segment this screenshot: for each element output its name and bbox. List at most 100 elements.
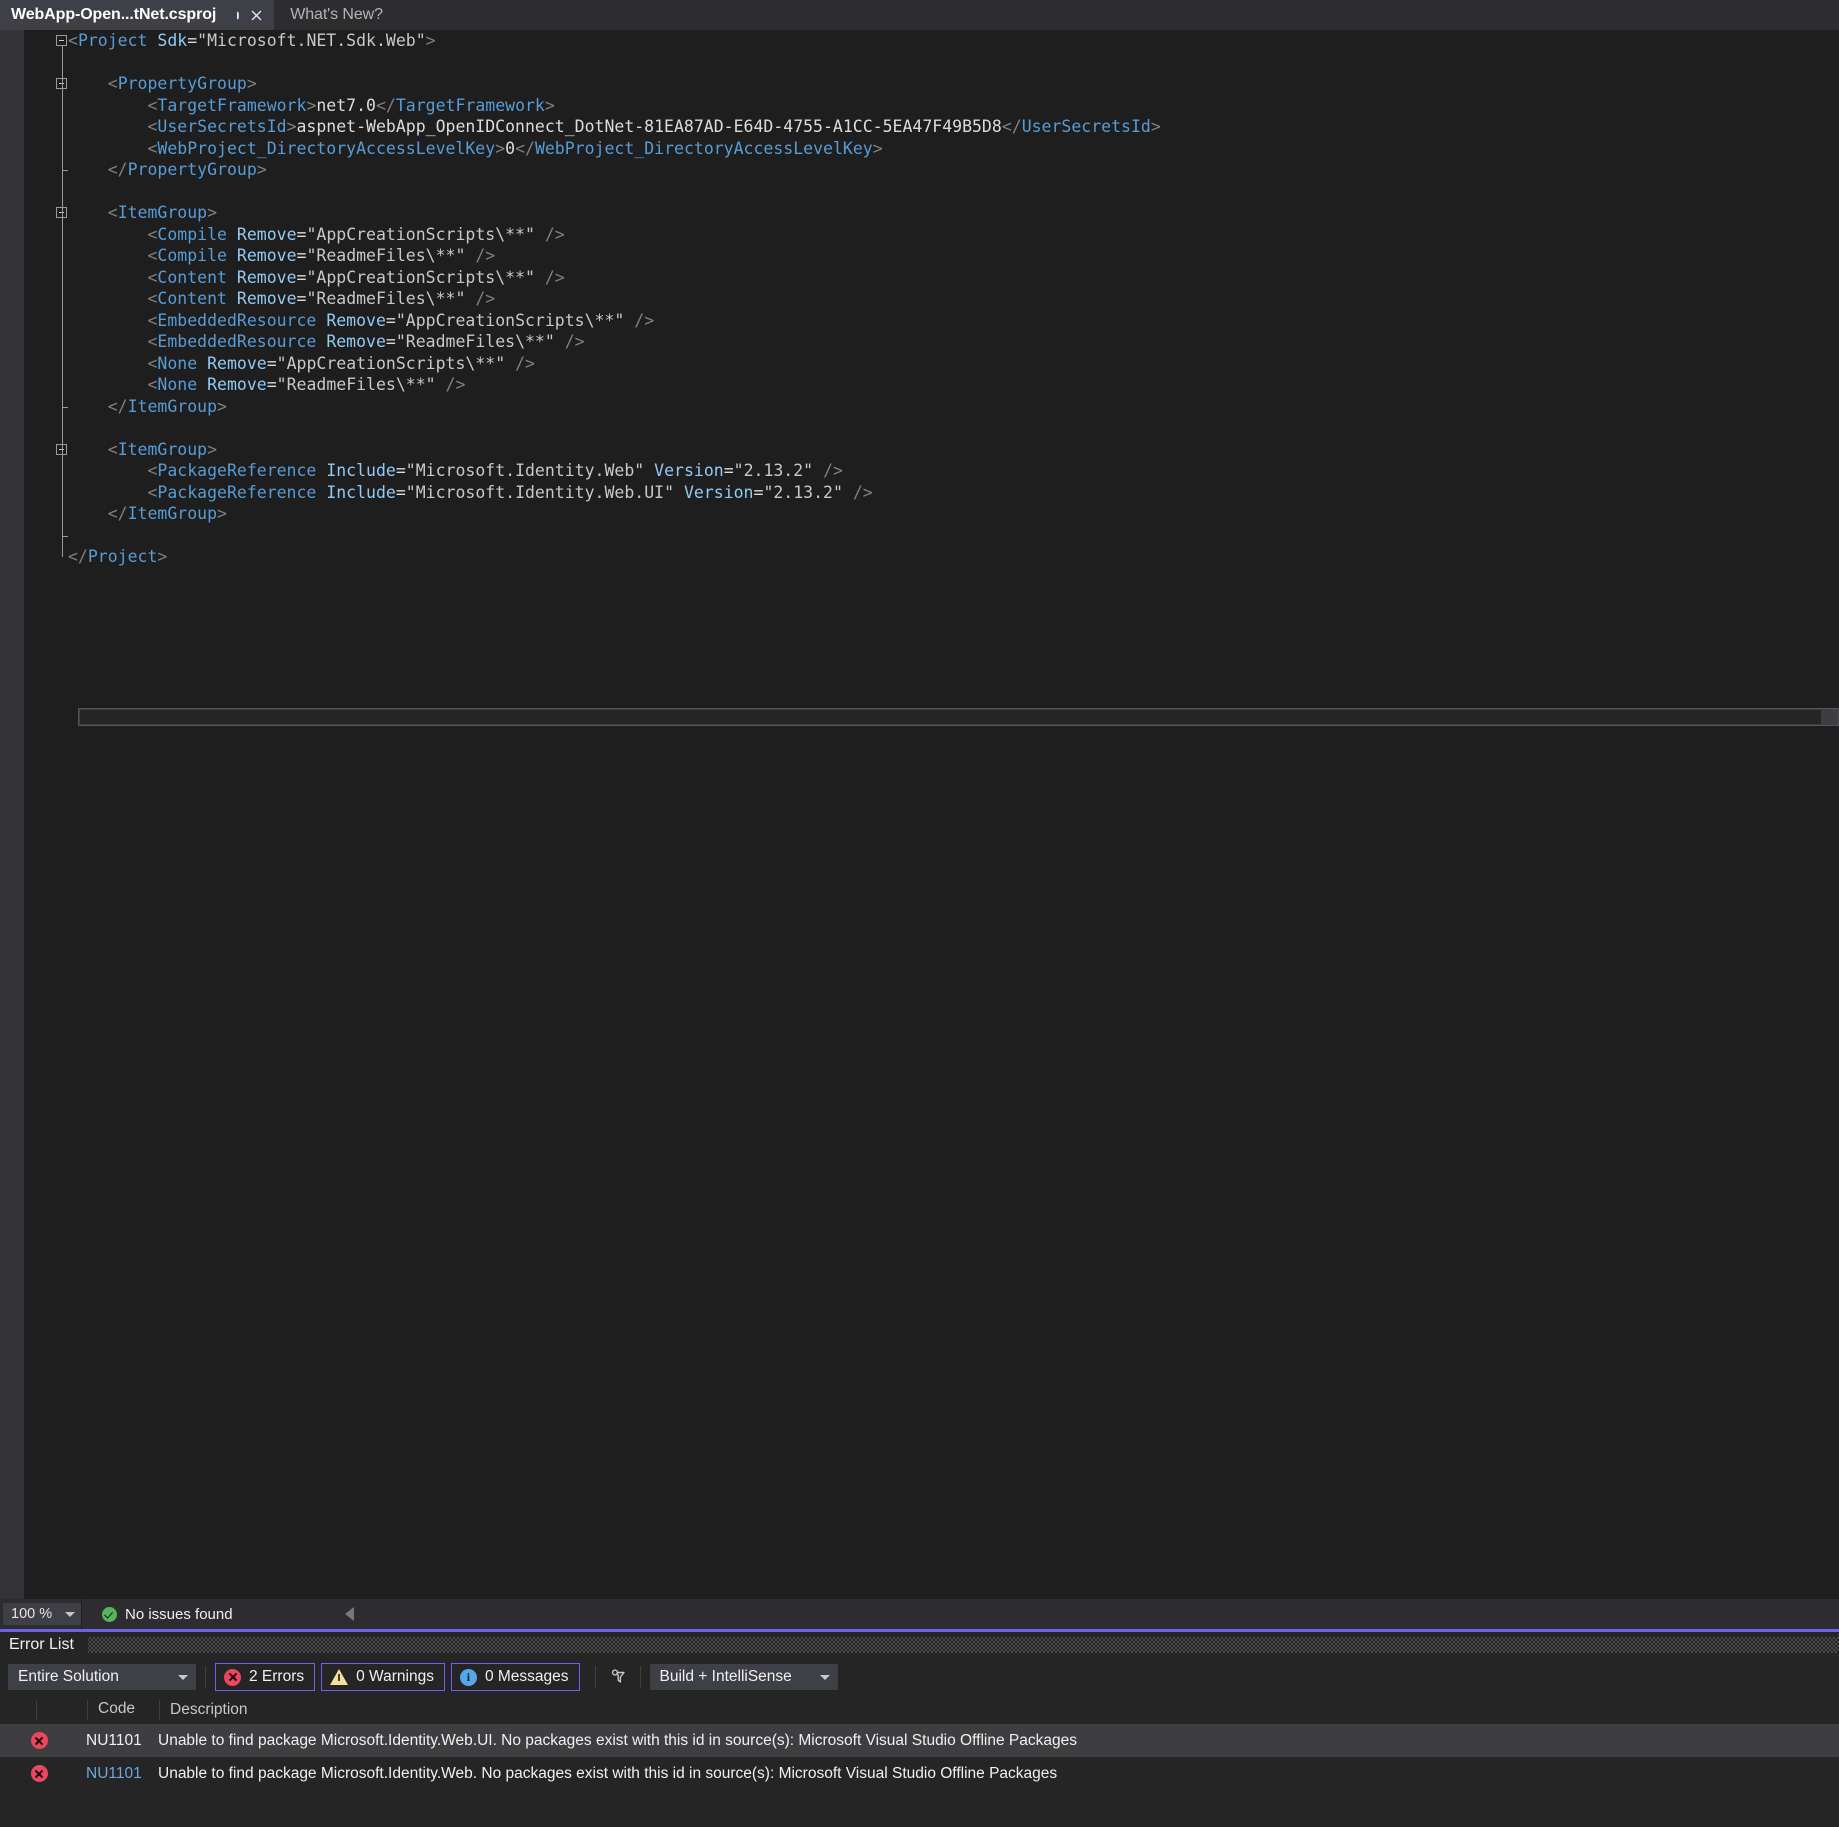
messages-toggle-button[interactable]: i 0 Messages (450, 1663, 580, 1691)
tab-webapp-csproj[interactable]: WebApp-Open...tNet.csproj (0, 0, 275, 30)
source-filter-value: Build + IntelliSense (659, 1668, 792, 1685)
errors-toggle-button[interactable]: 2 Errors (215, 1663, 316, 1691)
code-line-text: <None Remove="AppCreationScripts\**" /> (147, 353, 535, 373)
code-line-text: <EmbeddedResource Remove="AppCreationScr… (147, 310, 655, 330)
code-line[interactable]: </ItemGroup> (24, 503, 1839, 525)
code-line[interactable]: <EmbeddedResource Remove="ReadmeFiles\**… (24, 331, 1839, 353)
divider (81, 1599, 82, 1629)
code-line[interactable]: </ItemGroup> (24, 396, 1839, 418)
editor-tab-bar: WebApp-Open...tNet.csproj What's New? (0, 0, 1839, 31)
code-line-text: <ItemGroup> (107, 439, 218, 459)
error-list-row[interactable]: NU1101 Unable to find package Microsoft.I… (0, 1757, 1839, 1790)
chevron-down-icon (819, 1674, 830, 1680)
info-icon: i (459, 1668, 477, 1686)
warnings-toggle-button[interactable]: 0 Warnings (321, 1663, 445, 1691)
code-line[interactable]: <WebProject_DirectoryAccessLevelKey>0</W… (24, 138, 1839, 160)
triangle-left-icon[interactable] (344, 1607, 354, 1621)
divider (594, 1666, 596, 1688)
indicator-margin (0, 30, 24, 1599)
code-line-text: <Project Sdk="Microsoft.NET.Sdk.Web"> (68, 31, 436, 50)
code-line[interactable]: <Project Sdk="Microsoft.NET.Sdk.Web"> (24, 30, 1839, 52)
code-text-area[interactable]: <Project Sdk="Microsoft.NET.Sdk.Web"> <P… (24, 30, 1839, 1599)
grid-header-description[interactable]: Description (160, 1701, 248, 1719)
zoom-level-value: 100 % (11, 1606, 53, 1622)
tab-label: What's New? (290, 6, 383, 23)
code-line-text: <Content Remove="AppCreationScripts\**" … (147, 267, 565, 287)
grid-header-severity (37, 1700, 88, 1720)
errors-count-label: 2 Errors (249, 1668, 305, 1685)
error-list-rows: NU1101 Unable to find package Microsoft.I… (0, 1724, 1839, 1790)
code-editor[interactable]: <Project Sdk="Microsoft.NET.Sdk.Web"> <P… (0, 30, 1839, 1599)
code-line[interactable]: <UserSecretsId>aspnet-WebApp_OpenIDConne… (24, 116, 1839, 138)
code-line[interactable]: <PropertyGroup> (24, 73, 1839, 95)
code-line[interactable] (24, 52, 1839, 74)
check-circle-icon (102, 1606, 117, 1622)
error-list-panel: Error List Entire Solution 2 Errors 0 Wa… (0, 1632, 1839, 1827)
error-list-header[interactable]: Error List (0, 1632, 1839, 1658)
code-line-text: <ItemGroup> (107, 203, 218, 222)
error-list-row[interactable]: NU1101 Unable to find package Microsoft.I… (0, 1724, 1839, 1757)
panel-title: Error List (9, 1636, 74, 1653)
code-line[interactable]: <TargetFramework>net7.0</TargetFramework… (24, 95, 1839, 117)
error-icon (30, 1765, 48, 1782)
code-line[interactable]: <Content Remove="AppCreationScripts\**" … (24, 267, 1839, 289)
code-line-text: <UserSecretsId>aspnet-WebApp_OpenIDConne… (147, 117, 1161, 136)
editor-status-strip: 100 % No issues found (0, 1599, 1839, 1629)
code-line-text: </PropertyGroup> (107, 160, 267, 179)
editor-horizontal-scrollbar[interactable] (78, 708, 1839, 726)
panel-drag-handle[interactable] (87, 1637, 1839, 1653)
row-code-cell[interactable]: NU1101 (86, 1732, 158, 1750)
collapse-toggle-icon[interactable] (56, 35, 67, 46)
close-icon[interactable] (246, 8, 266, 23)
code-line-text: <Compile Remove="AppCreationScripts\**" … (147, 224, 565, 244)
code-line-text: </ItemGroup> (107, 504, 227, 523)
error-icon (224, 1668, 241, 1686)
error-icon (30, 1732, 48, 1749)
code-line-text: <TargetFramework>net7.0</TargetFramework… (147, 95, 555, 115)
code-line[interactable]: <Content Remove="ReadmeFiles\**" /> (24, 288, 1839, 310)
code-line[interactable]: <EmbeddedResource Remove="AppCreationScr… (24, 310, 1839, 332)
issues-status[interactable]: No issues found (102, 1603, 245, 1625)
code-line[interactable]: </PropertyGroup> (24, 159, 1839, 181)
code-line[interactable]: <ItemGroup> (24, 439, 1839, 461)
code-line[interactable] (24, 525, 1839, 547)
tab-whats-new[interactable]: What's New? (274, 0, 399, 30)
code-line[interactable]: </Project> (24, 546, 1839, 568)
funnel-icon[interactable] (605, 1667, 631, 1687)
warnings-count-label: 0 Warnings (356, 1668, 434, 1685)
scrollbar-thumb[interactable] (80, 710, 1822, 724)
divider (205, 1666, 206, 1688)
fold-guide-line (61, 46, 63, 557)
error-grid-header: Code Description (0, 1696, 1839, 1724)
error-list-toolbar: Entire Solution 2 Errors 0 Warnings i 0 … (0, 1658, 1839, 1696)
code-line-text: <PackageReference Include="Microsoft.Ide… (147, 461, 843, 480)
code-line-text: <None Remove="ReadmeFiles\**" /> (147, 375, 466, 394)
code-line-text: <Compile Remove="ReadmeFiles\**" /> (147, 246, 496, 265)
code-line[interactable]: <None Remove="AppCreationScripts\**" /> (24, 353, 1839, 375)
grid-header-code[interactable]: Code (88, 1700, 160, 1720)
code-line[interactable]: <Compile Remove="AppCreationScripts\**" … (24, 224, 1839, 246)
pin-icon[interactable] (226, 8, 246, 23)
row-code-cell[interactable]: NU1101 (86, 1765, 158, 1783)
messages-count-label: 0 Messages (484, 1668, 569, 1685)
code-line[interactable] (24, 181, 1839, 203)
code-line-text: <PackageReference Include="Microsoft.Ide… (147, 482, 873, 502)
chevron-down-icon (178, 1674, 188, 1680)
issues-status-label: No issues found (125, 1605, 233, 1623)
code-line[interactable] (24, 417, 1839, 439)
code-line[interactable]: <PackageReference Include="Microsoft.Ide… (24, 460, 1839, 482)
row-description-cell: Unable to find package Microsoft.Identit… (158, 1764, 1058, 1782)
code-line[interactable]: <None Remove="ReadmeFiles\**" /> (24, 374, 1839, 396)
code-line-text: </ItemGroup> (107, 396, 227, 416)
code-line[interactable]: <ItemGroup> (24, 202, 1839, 224)
code-line[interactable]: <PackageReference Include="Microsoft.Ide… (24, 482, 1839, 504)
tab-label: WebApp-Open...tNet.csproj (11, 6, 217, 23)
zoom-level-dropdown[interactable]: 100 % (3, 1603, 81, 1625)
grid-corner (0, 1700, 37, 1720)
code-line[interactable]: <Compile Remove="ReadmeFiles\**" /> (24, 245, 1839, 267)
divider (639, 1666, 641, 1688)
code-line-text: <Content Remove="ReadmeFiles\**" /> (147, 289, 496, 308)
chevron-down-icon (65, 1611, 75, 1617)
source-filter-dropdown[interactable]: Build + IntelliSense (649, 1664, 838, 1690)
scope-filter-dropdown[interactable]: Entire Solution (8, 1664, 196, 1690)
